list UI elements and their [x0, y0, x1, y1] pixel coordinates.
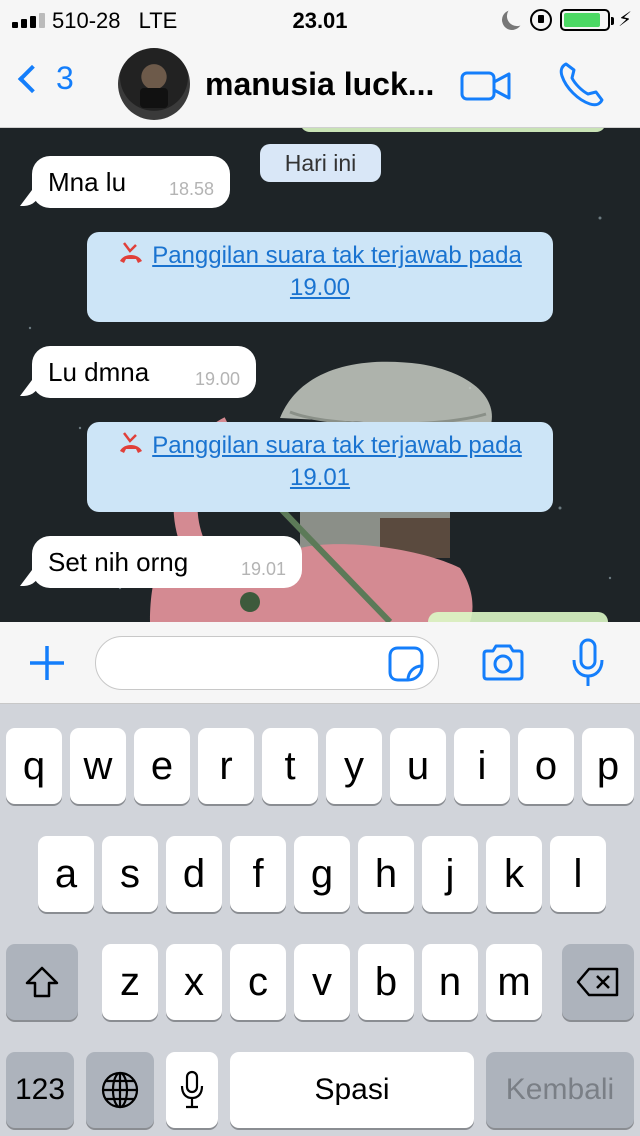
- missed-call-text[interactable]: Panggilan suara tak terjawab pada: [152, 432, 522, 459]
- unread-count: 3: [56, 60, 74, 96]
- key-p[interactable]: p: [582, 728, 634, 804]
- contact-name[interactable]: manusia luck...: [205, 66, 434, 103]
- dictation-key[interactable]: [166, 1052, 218, 1128]
- incoming-message[interactable]: Mna lu 18.58: [20, 156, 230, 208]
- key-e[interactable]: e: [134, 728, 190, 804]
- key-v[interactable]: v: [294, 944, 350, 1020]
- phone-call-icon[interactable]: [556, 60, 606, 110]
- missed-call-time[interactable]: 19.00: [103, 272, 537, 304]
- key-t[interactable]: t: [262, 728, 318, 804]
- contact-avatar[interactable]: [118, 48, 190, 120]
- space-key[interactable]: Spasi: [230, 1052, 474, 1128]
- message-input-bar: [0, 622, 640, 704]
- sticker-icon[interactable]: [386, 644, 426, 684]
- key-f[interactable]: f: [230, 836, 286, 912]
- key-r[interactable]: r: [198, 728, 254, 804]
- globe-icon: [101, 1071, 139, 1109]
- status-bar: 510-28 LTE 23.01 ⚡: [0, 0, 640, 40]
- missed-call-text[interactable]: Panggilan suara tak terjawab pada: [152, 242, 522, 269]
- rotation-lock-icon: [529, 8, 552, 31]
- microphone-icon[interactable]: [570, 638, 606, 688]
- outgoing-message-partial: [300, 128, 606, 132]
- key-u[interactable]: u: [390, 728, 446, 804]
- message-text: Mna lu: [48, 166, 127, 197]
- do-not-disturb-icon: [499, 7, 525, 33]
- key-l[interactable]: l: [550, 836, 606, 912]
- shift-icon: [25, 966, 59, 998]
- date-divider: Hari ini: [260, 144, 381, 182]
- key-y[interactable]: y: [326, 728, 382, 804]
- message-time: 19.00: [194, 369, 240, 389]
- incoming-message[interactable]: Set nih orng 19.01: [20, 536, 302, 588]
- key-a[interactable]: a: [38, 836, 94, 912]
- missed-call-notice[interactable]: Panggilan suara tak terjawab pada 19.00: [87, 232, 553, 322]
- key-z[interactable]: z: [102, 944, 158, 1020]
- key-x[interactable]: x: [166, 944, 222, 1020]
- return-key[interactable]: Kembali: [486, 1052, 634, 1128]
- message-time: 19.01: [240, 559, 286, 579]
- video-call-icon[interactable]: [460, 70, 512, 102]
- numbers-key[interactable]: 123: [6, 1052, 74, 1128]
- key-q[interactable]: q: [6, 728, 62, 804]
- incoming-message[interactable]: Lu dmna 19.00: [20, 346, 256, 398]
- key-c[interactable]: c: [230, 944, 286, 1020]
- key-g[interactable]: g: [294, 836, 350, 912]
- key-k[interactable]: k: [486, 836, 542, 912]
- backspace-key[interactable]: [562, 944, 634, 1020]
- missed-call-notice[interactable]: Panggilan suara tak terjawab pada 19.01: [87, 422, 553, 512]
- globe-key[interactable]: [86, 1052, 154, 1128]
- key-s[interactable]: s: [102, 836, 158, 912]
- key-b[interactable]: b: [358, 944, 414, 1020]
- battery-level: [563, 12, 600, 27]
- charging-icon: ⚡: [617, 9, 632, 31]
- key-d[interactable]: d: [166, 836, 222, 912]
- message-text: Set nih orng: [48, 546, 189, 577]
- back-button[interactable]: 3: [14, 60, 74, 97]
- key-m[interactable]: m: [486, 944, 542, 1020]
- backspace-icon: [576, 967, 619, 997]
- key-w[interactable]: w: [70, 728, 126, 804]
- message-time: 18.58: [168, 179, 214, 199]
- chevron-left-icon: [17, 64, 47, 93]
- battery-icon: [559, 8, 614, 31]
- outgoing-message-partial: [428, 612, 608, 622]
- key-j[interactable]: j: [422, 836, 478, 912]
- key-n[interactable]: n: [422, 944, 478, 1020]
- keyboard: q w e r t y u i o p a s d f g h j k l z …: [0, 704, 640, 1136]
- shift-key[interactable]: [6, 944, 78, 1020]
- missed-call-time[interactable]: 19.01: [103, 462, 537, 494]
- missed-call-icon: [120, 432, 143, 453]
- key-h[interactable]: h: [358, 836, 414, 912]
- key-o[interactable]: o: [518, 728, 574, 804]
- camera-icon[interactable]: [480, 642, 526, 682]
- chat-header: 3 manusia luck...: [0, 40, 640, 128]
- message-text: Lu dmna: [48, 356, 150, 387]
- dictation-mic-icon: [180, 1070, 204, 1109]
- chat-messages[interactable]: Hari ini Mna lu 18.58 Panggilan suara ta…: [0, 128, 640, 622]
- missed-call-icon: [120, 242, 143, 263]
- plus-icon[interactable]: [28, 644, 66, 682]
- key-i[interactable]: i: [454, 728, 510, 804]
